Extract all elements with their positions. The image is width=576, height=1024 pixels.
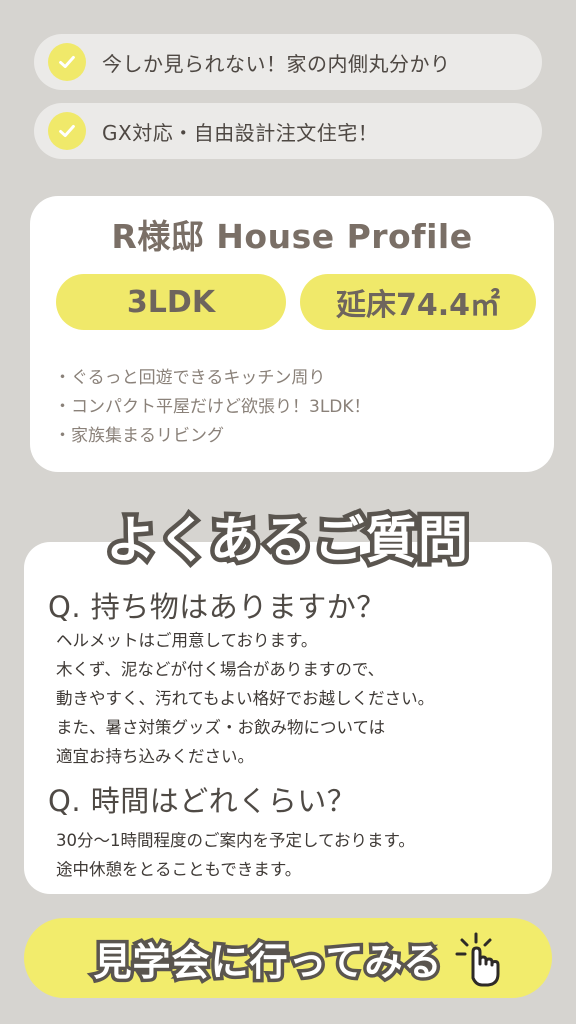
house-profile-card: R様邸 House Profile 3LDK 延床74.4㎡ ・ぐるっと回遊でき…	[30, 196, 554, 472]
layout-tag: 3LDK	[56, 274, 286, 330]
feature-item: ・ぐるっと回遊できるキッチン周り	[54, 368, 326, 388]
floor-area-label: 延床74.4㎡	[335, 288, 501, 323]
cta-label: 見学会に行ってみる	[90, 936, 445, 987]
checklist-item: GX対応・自由設計注文住宅！	[34, 103, 542, 159]
feature-item: ・コンパクト平屋だけど欲張り！3LDK！	[54, 397, 371, 417]
faq-answer: 30分～1時間程度のご案内を予定しております。 途中休憩をとることもできます。	[56, 826, 415, 884]
feature-item: ・家族集まるリビング	[54, 426, 224, 446]
check-icon	[48, 112, 86, 150]
faq-answer-line: また、暑さ対策グッズ・お飲み物については	[56, 718, 386, 737]
faq-answer-line: 適宜お持ち込みください。	[56, 747, 254, 766]
feature-list: ・ぐるっと回遊できるキッチン周り ・コンパクト平屋だけど欲張り！3LDK！ ・家…	[54, 364, 371, 451]
faq-card: Q. 持ち物はありますか？ ヘルメットはご用意しております。 木くず、泥などが付…	[24, 542, 552, 894]
faq-answer-line: 木くず、泥などが付く場合がありますので、	[56, 660, 385, 679]
pointing-hand-click-icon	[455, 932, 500, 987]
faq-answer-line: 動きやすく、汚れてもよい格好でお越しください。	[56, 689, 435, 708]
checklist-item: 今しか見られない！家の内側丸分かり	[34, 34, 542, 90]
faq-answer-line: 途中休憩をとることもできます。	[56, 860, 302, 879]
checklist-text: 今しか見られない！家の内側丸分かり	[102, 51, 451, 76]
floor-area-tag: 延床74.4㎡	[300, 274, 536, 330]
faq-question: Q. 時間はどれくらい？	[48, 784, 357, 818]
profile-title: R様邸 House Profile	[111, 217, 473, 256]
faq-answer-line: ヘルメットはご用意しております。	[56, 631, 318, 650]
visit-open-house-button[interactable]: 見学会に行ってみる	[24, 918, 552, 998]
checklist-text: GX対応・自由設計注文住宅！	[102, 120, 379, 145]
faq-question: Q. 持ち物はありますか？	[48, 590, 386, 624]
faq-answer: ヘルメットはご用意しております。 木くず、泥などが付く場合がありますので、 動き…	[56, 626, 434, 771]
check-icon	[48, 43, 86, 81]
faq-answer-line: 30分～1時間程度のご案内を予定しております。	[56, 831, 415, 850]
faq-heading: よくあるご質問	[102, 507, 473, 574]
layout-label: 3LDK	[126, 284, 216, 320]
